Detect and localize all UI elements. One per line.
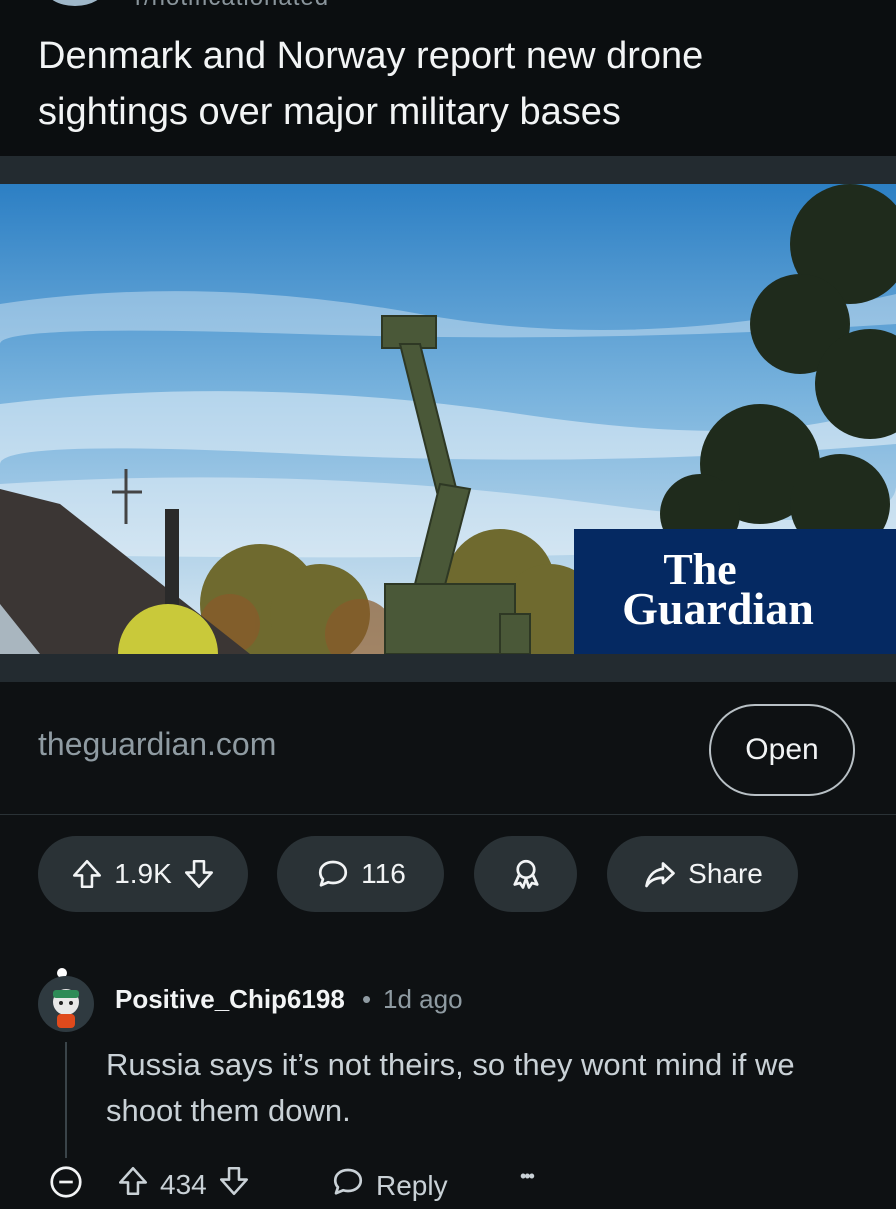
award-icon — [508, 856, 544, 892]
reply-button[interactable]: Reply — [330, 1164, 448, 1207]
comment-downvote-icon[interactable] — [217, 1164, 251, 1205]
post-header: r/notificationated Denmark and Norway re… — [0, 0, 896, 156]
comment-count: 116 — [361, 858, 406, 889]
award-button[interactable] — [474, 836, 577, 912]
avatar[interactable] — [38, 976, 94, 1032]
comment-action-bar: 434 Reply ••• — [0, 1164, 896, 1209]
comment-username[interactable]: Positive_Chip6198 — [115, 984, 345, 1015]
link-domain[interactable]: theguardian.com — [38, 726, 276, 763]
comment-bubble-icon — [315, 856, 351, 892]
snoo-avatar-icon — [53, 989, 79, 1028]
link-domain-row[interactable]: theguardian.com Open — [0, 682, 896, 815]
comment-age: 1d ago — [383, 984, 463, 1014]
post-action-bar: 1.9K 116 Share — [0, 836, 896, 912]
comment-body: Russia says it’s not theirs, so they won… — [106, 1047, 795, 1128]
comment-score: 434 — [160, 1168, 207, 1200]
more-options-icon[interactable]: ••• — [520, 1166, 535, 1187]
downvote-icon[interactable] — [182, 857, 216, 891]
collapse-button[interactable] — [48, 1164, 84, 1207]
meta-separator: • — [362, 984, 372, 1014]
post-score: 1.9K — [114, 858, 172, 889]
image-border-bottom — [0, 654, 896, 682]
image-border-top — [0, 156, 896, 184]
share-arrow-icon — [642, 856, 678, 892]
comments-button[interactable]: 116 — [277, 836, 444, 912]
reply-label: Reply — [376, 1169, 448, 1201]
collapse-minus-icon — [48, 1164, 84, 1207]
link-preview-image[interactable]: The Guardian — [0, 156, 896, 682]
upvote-icon[interactable] — [70, 857, 104, 891]
post-title[interactable]: Denmark and Norway report new drone sigh… — [38, 28, 858, 140]
article-thumbnail: The Guardian — [0, 184, 896, 654]
comment-vote: 434 — [116, 1164, 251, 1205]
comment: Positive_Chip6198 • 1d ago Russia says i… — [0, 968, 896, 1209]
share-label: Share — [688, 858, 763, 889]
community-name[interactable]: r/notificationated — [135, 0, 329, 10]
reply-bubble-icon — [330, 1164, 366, 1207]
open-link-button[interactable]: Open — [709, 704, 855, 796]
vote-pill: 1.9K — [38, 836, 248, 912]
comment-upvote-icon[interactable] — [116, 1164, 150, 1205]
thread-line[interactable] — [65, 1042, 67, 1158]
share-button[interactable]: Share — [607, 836, 798, 912]
guardian-logo-guardian: Guardian — [622, 583, 814, 634]
open-label: Open — [745, 733, 819, 766]
community-avatar[interactable] — [45, 0, 105, 6]
